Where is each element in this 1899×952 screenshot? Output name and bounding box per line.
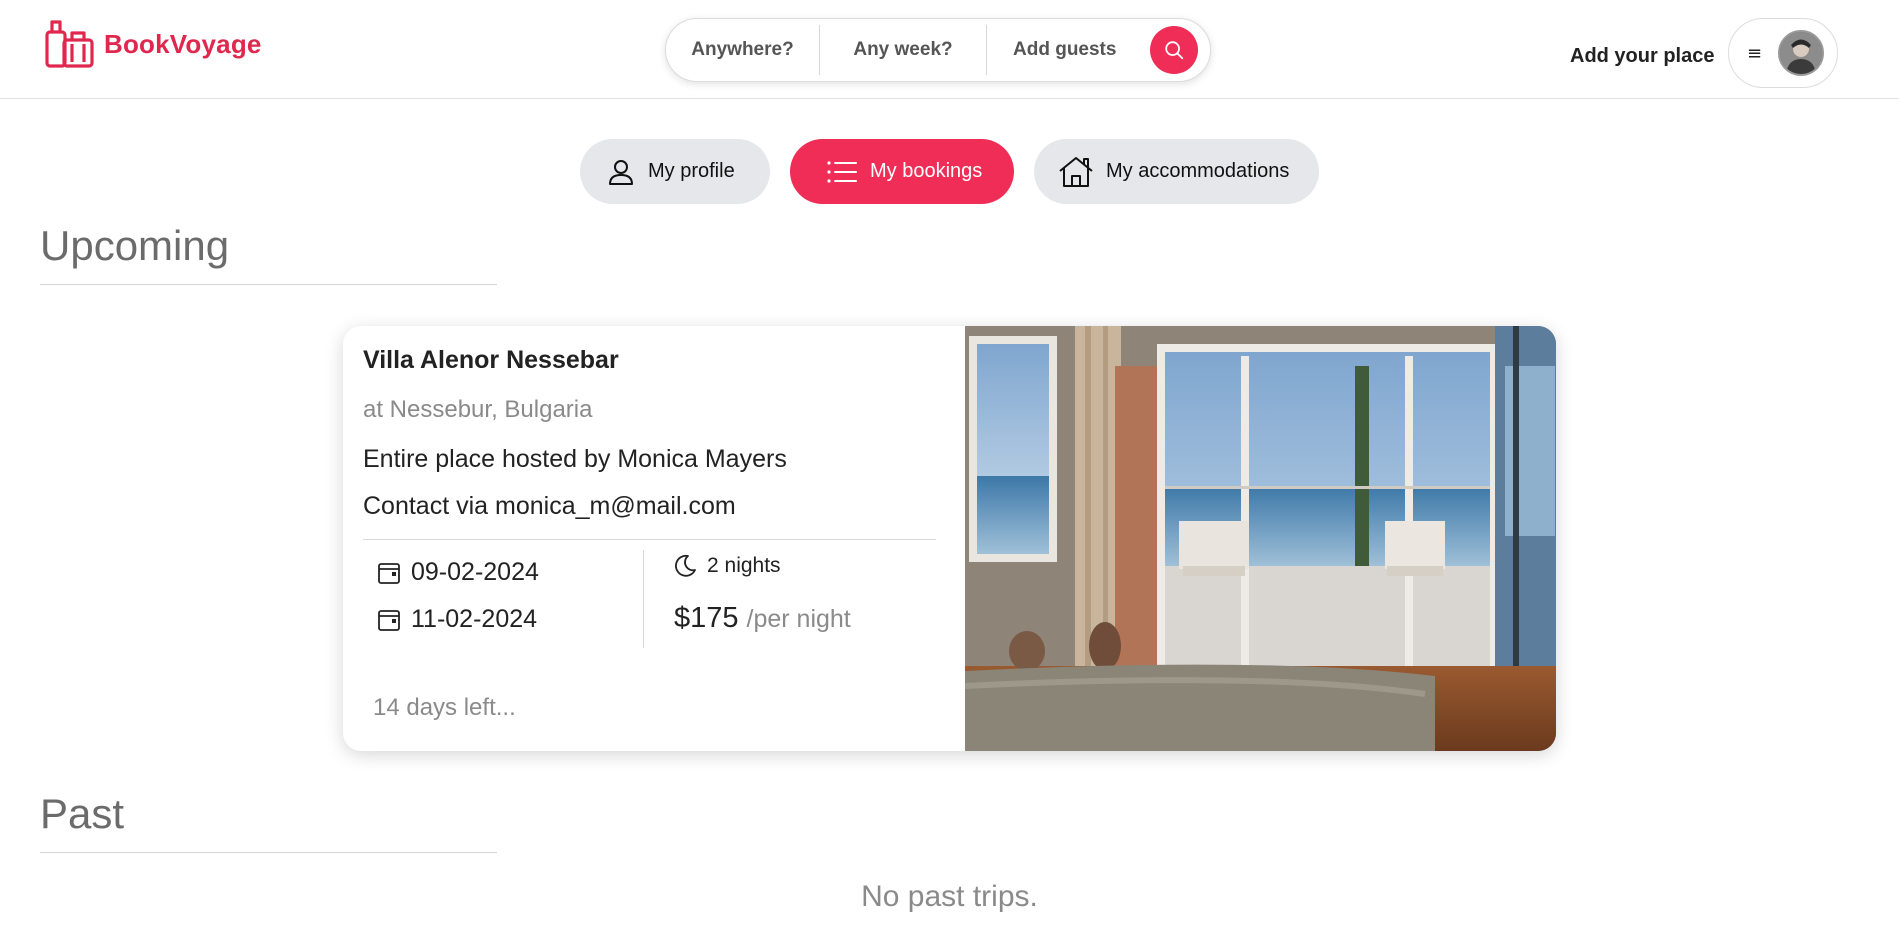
tab-my-bookings[interactable]: My bookings	[790, 139, 1014, 204]
list-icon	[827, 160, 857, 183]
brand-logo[interactable]: BookVoyage	[44, 18, 262, 70]
booking-details: Villa Alenor Nessebar at Nessebur, Bulga…	[343, 326, 965, 751]
card-divider	[363, 539, 936, 540]
avatar	[1778, 30, 1825, 76]
search-when[interactable]: Any week?	[820, 18, 986, 82]
nights-count: 2 nights	[673, 554, 781, 578]
tab-my-accommodations[interactable]: My accommodations	[1034, 139, 1319, 204]
booking-photo	[965, 326, 1556, 751]
search-bar: Anywhere? Any week? Add guests	[665, 18, 1211, 82]
calendar-icon	[378, 609, 400, 631]
days-left: 14 days left...	[373, 694, 516, 721]
search-guests[interactable]: Add guests	[987, 18, 1142, 82]
price-value: $175	[674, 602, 739, 634]
house-icon	[1059, 156, 1093, 187]
tab-my-profile[interactable]: My profile	[580, 139, 770, 204]
check-in-value: 09-02-2024	[411, 558, 539, 586]
check-out-date: 11-02-2024	[377, 605, 537, 634]
menu-icon: ≡	[1747, 42, 1763, 64]
booking-contact: Contact via monica_m@mail.com	[363, 492, 736, 520]
booking-name: Villa Alenor Nessebar	[363, 346, 619, 374]
booking-location: at Nessebur, Bulgaria	[363, 396, 593, 423]
search-button[interactable]	[1150, 26, 1198, 74]
search-where[interactable]: Anywhere?	[666, 18, 819, 82]
section-divider	[40, 852, 497, 853]
booking-host: Entire place hosted by Monica Mayers	[363, 445, 787, 473]
tab-label: My accommodations	[1106, 160, 1290, 182]
top-header: BookVoyage Anywhere? Any week? Add guest…	[0, 0, 1899, 99]
booking-card[interactable]: Villa Alenor Nessebar at Nessebur, Bulga…	[343, 326, 1556, 751]
nights-value: 2 nights	[707, 554, 781, 577]
user-menu-button[interactable]: ≡	[1728, 18, 1838, 88]
calendar-icon	[378, 562, 400, 584]
tab-label: My bookings	[870, 160, 983, 182]
card-divider-vertical	[643, 550, 644, 648]
search-icon	[1165, 41, 1184, 60]
section-divider	[40, 284, 497, 285]
price-unit: /per night	[746, 605, 851, 633]
check-in-date: 09-02-2024	[377, 558, 539, 587]
add-your-place-link[interactable]: Add your place	[1570, 45, 1714, 68]
moon-icon	[675, 554, 696, 577]
user-icon	[609, 159, 633, 185]
luggage-logo-icon	[45, 20, 94, 68]
empty-state-message: No past trips.	[861, 880, 1038, 913]
tab-label: My profile	[648, 160, 735, 182]
check-out-value: 11-02-2024	[411, 605, 538, 633]
section-title-past: Past	[40, 790, 125, 837]
brand-name: BookVoyage	[104, 28, 262, 59]
section-title-upcoming: Upcoming	[40, 222, 230, 269]
price: $175 /per night	[674, 602, 851, 635]
